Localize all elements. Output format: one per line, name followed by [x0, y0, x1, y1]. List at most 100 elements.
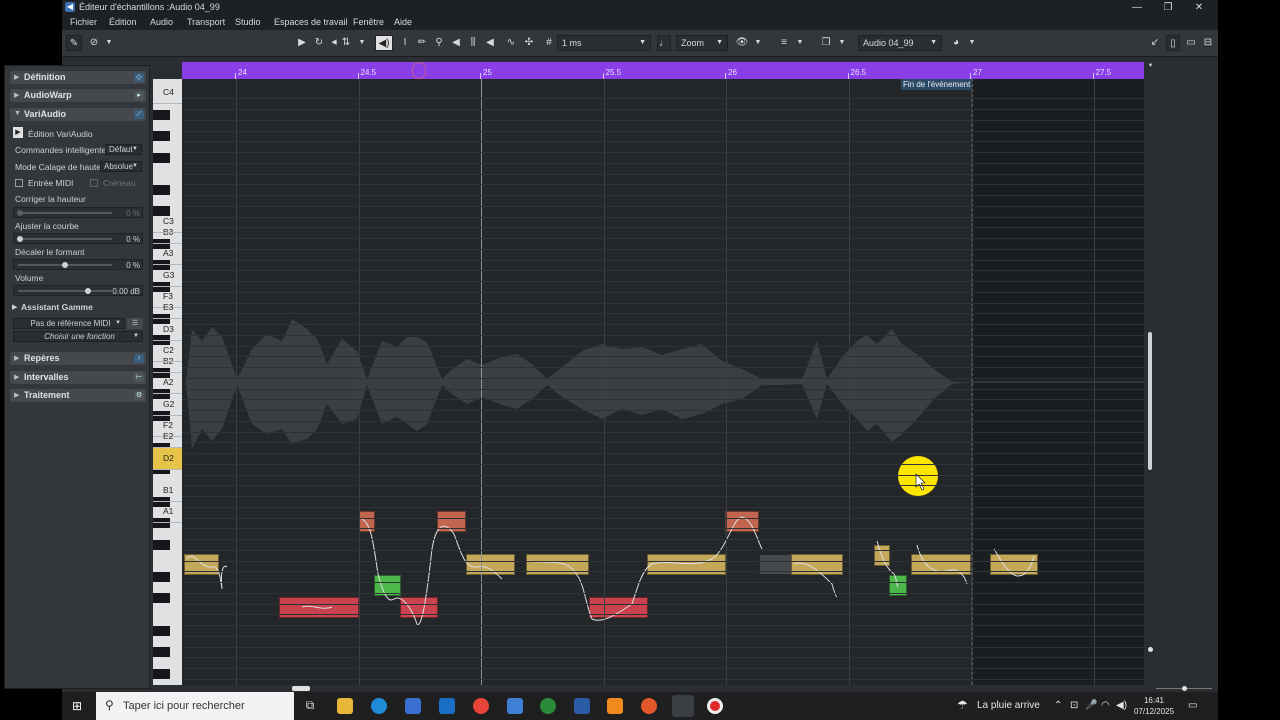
windows-start-icon[interactable]: ⊞: [72, 700, 84, 712]
black-key[interactable]: [153, 625, 170, 636]
loop-icon[interactable]: ↻: [312, 35, 326, 51]
toolbar-menu-arrow-icon[interactable]: ▼: [104, 35, 114, 51]
edge-icon[interactable]: [371, 698, 387, 714]
warp-icon[interactable]: ⫼: [466, 35, 480, 51]
zoom-knob[interactable]: [1182, 686, 1187, 691]
vertical-zoom-knob[interactable]: [1148, 647, 1153, 652]
slider-knob[interactable]: [85, 288, 91, 294]
black-key[interactable]: [153, 152, 170, 163]
layers-icon[interactable]: ❐: [819, 35, 833, 51]
menu-fenetre[interactable]: Fenêtre: [353, 17, 384, 27]
layout-bottom-icon[interactable]: ⊟: [1201, 35, 1215, 51]
choose-function-select[interactable]: Choisir une fonction ▼: [13, 331, 143, 342]
slot-checkbox[interactable]: [90, 179, 98, 187]
vlc-icon[interactable]: [607, 698, 623, 714]
black-key[interactable]: [153, 131, 170, 141]
vertical-scroll-thumb[interactable]: [1148, 332, 1152, 470]
event-select[interactable]: Audio 04_99 ▼: [858, 35, 942, 51]
section-ranges[interactable]: ▶ Intervalles ⊢: [10, 371, 146, 384]
firefox-icon[interactable]: [641, 698, 657, 714]
minimize-button[interactable]: —: [1122, 1, 1152, 14]
defender-icon[interactable]: [574, 698, 590, 714]
store-icon[interactable]: [405, 698, 421, 714]
range-select-icon[interactable]: I: [398, 35, 412, 51]
play-icon[interactable]: ▶: [295, 35, 309, 51]
auto-scroll-icon[interactable]: ✣: [522, 35, 536, 51]
volume-icon[interactable]: ◀): [1116, 700, 1127, 711]
slider-knob[interactable]: [17, 236, 23, 242]
color-arrow-icon[interactable]: ▼: [968, 35, 976, 51]
clock-time[interactable]: 16:41: [1134, 696, 1174, 705]
weather-icon[interactable]: ☂: [957, 698, 968, 712]
task-view-icon[interactable]: ⧉: [302, 698, 318, 714]
midi-reference-select[interactable]: Pas de référence MIDI ▼: [13, 318, 125, 329]
color-icon[interactable]: ◕: [949, 35, 963, 51]
section-processing[interactable]: ▶ Traitement ⚙: [10, 389, 146, 402]
menu-aide[interactable]: Aide: [394, 17, 412, 27]
section-definition[interactable]: ▶ Définition ◇: [10, 71, 146, 84]
tray-chevron-icon[interactable]: ⌃: [1054, 700, 1062, 711]
timeline-ruler[interactable]: 24 24.5 25 25.5 26 26.5 27 27.5: [182, 62, 1144, 79]
file-explorer-icon[interactable]: [337, 698, 353, 714]
mute-tool-icon[interactable]: ◀: [483, 35, 497, 51]
menu-fichier[interactable]: Fichier: [70, 17, 97, 27]
layout-left-icon[interactable]: ▯: [1166, 35, 1180, 51]
weather-text[interactable]: La pluie arrive: [977, 700, 1040, 711]
pin-icon[interactable]: ✎: [66, 35, 82, 51]
midi-input-checkbox[interactable]: [15, 179, 23, 187]
layers-arrow-icon[interactable]: ▼: [838, 35, 846, 51]
piano-keyboard[interactable]: C4 B3 A3 G3 F3 E3 D3 C3 B2 A2 G2 F2 E2 D2 C2 B1 A1: [153, 79, 182, 685]
volume-slider[interactable]: 0.00 dB: [13, 285, 143, 296]
loop-arrow-icon[interactable]: ◀: [330, 35, 338, 51]
curve-slider[interactable]: 0 %: [13, 233, 143, 244]
scroll-up-icon[interactable]: ▼: [1146, 63, 1155, 72]
section-audiowarp[interactable]: ▶ AudioWarp ▸: [10, 89, 146, 102]
horizontal-scroll-thumb[interactable]: [292, 686, 310, 691]
black-key[interactable]: [153, 109, 170, 120]
black-key[interactable]: [153, 647, 170, 657]
smart-controls-select[interactable]: Défaut ▼: [105, 144, 142, 155]
formant-slider[interactable]: 0 %: [13, 259, 143, 270]
lanes-arrow-icon[interactable]: ▼: [796, 35, 804, 51]
audition-icon[interactable]: ◀: [449, 35, 463, 51]
vertical-scrollbar[interactable]: ▼: [1145, 62, 1156, 690]
taskbar-search-box[interactable]: ⚲ Taper ici pour rechercher: [96, 692, 294, 720]
slider-knob[interactable]: [17, 210, 23, 216]
close-button[interactable]: ✕: [1184, 1, 1214, 14]
cubase-taskbar-icon[interactable]: [672, 695, 694, 717]
zoom-select[interactable]: Zoom ▼: [676, 35, 728, 51]
menu-studio[interactable]: Studio: [235, 17, 261, 27]
black-key[interactable]: [153, 668, 170, 679]
grid-icon[interactable]: #: [542, 35, 556, 51]
notifications-icon[interactable]: ▭: [1188, 700, 1197, 711]
pitch-snap-select[interactable]: Absolue ▼: [100, 161, 142, 172]
note-icon[interactable]: ♩: [657, 35, 671, 51]
zoom-tool-icon[interactable]: ⚲: [432, 35, 446, 51]
section-variaudio[interactable]: ▼ VariAudio ⟋: [10, 108, 146, 121]
menu-transport[interactable]: Transport: [187, 17, 225, 27]
black-key[interactable]: [153, 206, 170, 217]
visibility-arrow-icon[interactable]: ▼: [754, 35, 762, 51]
layout-right-icon[interactable]: ▭: [1184, 35, 1198, 51]
section-markers[interactable]: ▶ Repères ↑: [10, 352, 146, 365]
menu-espaces-de-travail[interactable]: Espaces de travail: [274, 17, 348, 27]
menu-edition[interactable]: Édition: [109, 17, 137, 27]
microphone-icon[interactable]: 🎤: [1085, 700, 1097, 711]
network-icon[interactable]: ⊡: [1070, 700, 1078, 711]
calculator-icon[interactable]: [507, 698, 523, 714]
mode-arrow-icon[interactable]: ▼: [358, 35, 366, 51]
pitch-correct-slider[interactable]: 0 %: [13, 207, 143, 218]
clock-date[interactable]: 07/12/2025: [1134, 707, 1174, 716]
solo-icon[interactable]: ⊘: [86, 35, 102, 51]
playhead-marker[interactable]: [412, 62, 426, 79]
note-grid[interactable]: Fin de l'événement: [182, 79, 1144, 685]
pencil-icon[interactable]: ✏: [415, 35, 429, 51]
speaker-icon[interactable]: ◀): [375, 35, 393, 51]
outlook-icon[interactable]: [439, 698, 455, 714]
mode-icon[interactable]: ⇅: [338, 35, 354, 51]
black-key[interactable]: [153, 571, 170, 582]
collapse-icon[interactable]: ↙: [1148, 35, 1162, 51]
black-key[interactable]: [153, 539, 170, 550]
lanes-icon[interactable]: ≡: [777, 35, 791, 51]
variaudio-edit-toggle[interactable]: ▶: [13, 127, 23, 138]
